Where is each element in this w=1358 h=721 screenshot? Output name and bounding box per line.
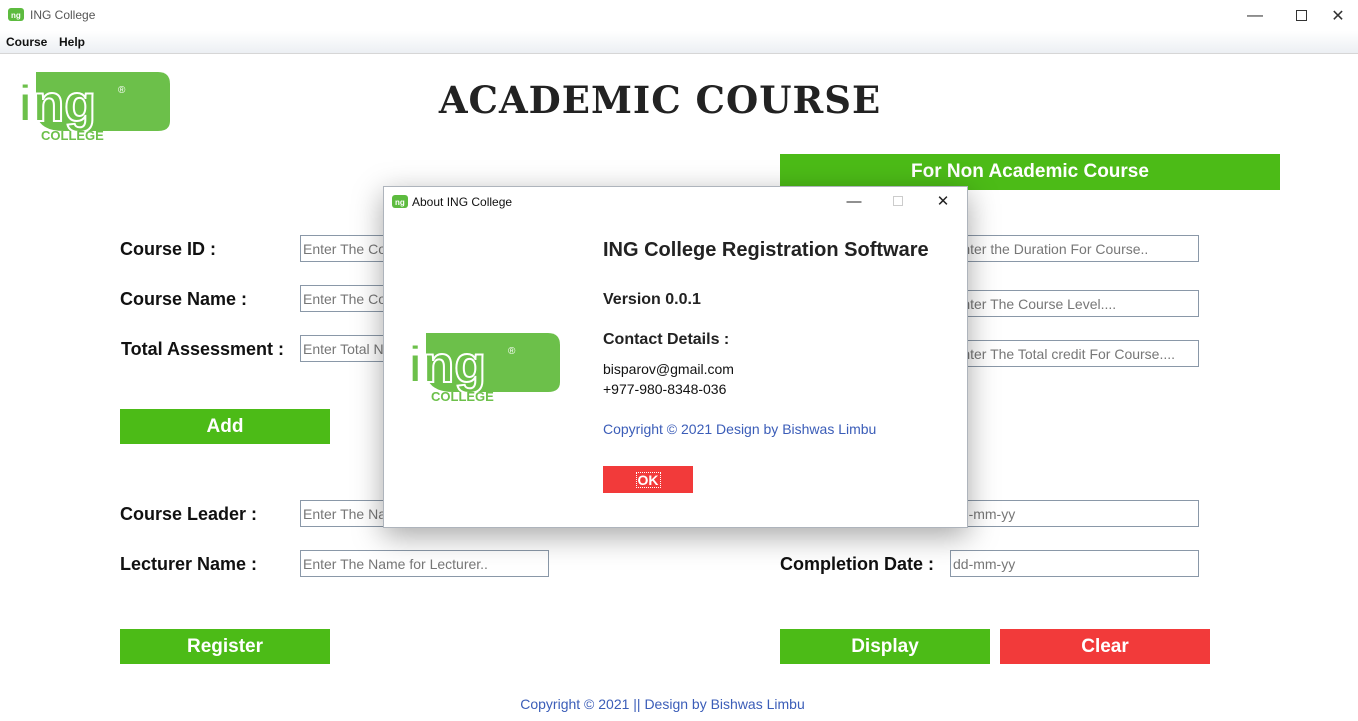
logo-graphic: ing ® COLLEGE xyxy=(17,72,170,143)
display-button[interactable]: Display xyxy=(780,629,990,664)
ok-label: OK xyxy=(635,471,661,488)
close-icon: ✕ xyxy=(1331,7,1345,25)
course-level-input[interactable] xyxy=(950,290,1199,317)
register-button[interactable]: Register xyxy=(120,629,330,664)
close-icon: ✕ xyxy=(936,193,950,210)
dialog-maximize-button xyxy=(875,187,921,215)
dialog-logo: ing ® COLLEGE xyxy=(407,330,561,405)
college-logo: ing ® COLLEGE xyxy=(17,69,171,144)
about-dialog: ng About ING College — ✕ ing ® COLLEGE I… xyxy=(383,186,968,528)
dialog-email: bisparov@gmail.com xyxy=(603,361,734,377)
dialog-version: Version 0.0.1 xyxy=(603,291,701,308)
close-button[interactable]: ✕ xyxy=(1318,0,1358,31)
ok-button[interactable]: OK xyxy=(603,466,693,493)
start-date-input[interactable] xyxy=(950,500,1199,527)
dialog-heading: ING College Registration Software xyxy=(603,239,929,261)
menu-course[interactable]: Course xyxy=(6,35,47,49)
dialog-copyright: Copyright © 2021 Design by Bishwas Limbu xyxy=(603,421,877,437)
add-button[interactable]: Add xyxy=(120,409,330,444)
menu-help[interactable]: Help xyxy=(59,35,85,49)
page-title: ACADEMIC COURSE xyxy=(438,78,882,122)
dialog-minimize-button[interactable]: — xyxy=(831,187,877,215)
lecturer-name-label: Lecturer Name : xyxy=(120,554,258,574)
dialog-app-icon: ng xyxy=(392,195,408,208)
course-id-label: Course ID : xyxy=(120,239,217,259)
logo-subtext: COLLEGE xyxy=(41,128,104,143)
minimize-button[interactable]: — xyxy=(1232,0,1278,31)
logo-text: ing xyxy=(18,75,96,133)
total-credit-input[interactable] xyxy=(950,340,1199,367)
clear-button[interactable]: Clear xyxy=(1000,629,1210,664)
svg-text:ng: ng xyxy=(395,198,405,207)
svg-text:ng: ng xyxy=(11,11,21,20)
non-academic-banner: For Non Academic Course xyxy=(780,154,1280,190)
window-title: ING College xyxy=(30,8,96,22)
completion-date-input[interactable] xyxy=(950,550,1199,577)
menu-bar: Course Help xyxy=(0,31,1358,54)
minimize-icon: — xyxy=(1247,6,1263,24)
total-assessment-label: Total Assessment : xyxy=(121,339,285,359)
title-bar: ng ING College — ✕ xyxy=(0,0,1358,31)
course-name-label: Course Name : xyxy=(120,289,248,309)
minimize-icon: — xyxy=(846,192,862,210)
dialog-close-button[interactable]: ✕ xyxy=(920,187,966,215)
maximize-icon xyxy=(1295,10,1307,21)
dialog-title: About ING College xyxy=(412,195,513,209)
footer-copyright: Copyright © 2021 || Design by Bishwas Li… xyxy=(520,696,805,712)
app-icon: ng xyxy=(8,8,24,21)
dialog-logo-subtext: COLLEGE xyxy=(431,389,494,404)
dialog-contact-heading: Contact Details : xyxy=(603,331,730,348)
duration-input[interactable] xyxy=(950,235,1199,262)
course-leader-label: Course Leader : xyxy=(120,504,258,524)
dialog-logo-graphic: ing ® COLLEGE xyxy=(407,333,560,404)
dialog-phone: +977-980-8348-036 xyxy=(603,381,727,397)
dialog-logo-mark: ® xyxy=(508,346,516,357)
completion-date-label: Completion Date : xyxy=(780,554,935,574)
lecturer-name-input[interactable] xyxy=(300,550,549,577)
logo-mark: ® xyxy=(118,85,126,96)
maximize-icon xyxy=(893,196,903,206)
dialog-logo-text: ing xyxy=(408,336,486,394)
